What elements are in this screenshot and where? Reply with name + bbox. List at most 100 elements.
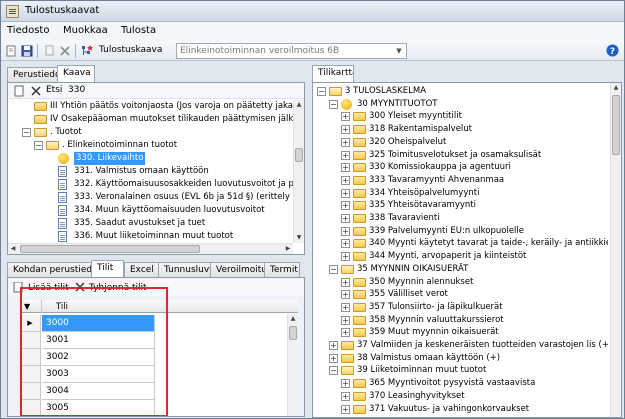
expand-icon[interactable]: + <box>341 175 350 185</box>
tree-vertical-scrollbar[interactable]: ▲ ▼ <box>293 100 304 243</box>
expand-icon[interactable]: + <box>341 150 350 160</box>
tree-node[interactable]: +355 Välilliset verot <box>313 288 608 301</box>
tree-node[interactable]: 336. Muut liiketoiminnan muut tuotot <box>8 230 293 242</box>
delete-node-icon[interactable] <box>30 85 42 97</box>
tab-tilikartta[interactable]: Tilikartta <box>312 65 354 82</box>
collapse-icon[interactable]: − <box>329 264 338 274</box>
tree-node[interactable]: +300 Yleiset myyntitilit <box>313 110 608 123</box>
tree-node[interactable]: − 30 MYYNTITUOTOT <box>313 98 608 111</box>
expand-icon[interactable]: + <box>341 137 350 147</box>
expand-icon[interactable]: + <box>341 188 350 198</box>
expand-icon[interactable]: + <box>329 341 338 350</box>
delete-icon[interactable] <box>59 45 71 57</box>
expand-icon[interactable]: + <box>341 226 350 236</box>
print-template-select[interactable]: Elinkeinotoiminnan veroilmoitus 6B ▼ <box>176 43 407 59</box>
expand-icon[interactable]: + <box>341 125 350 135</box>
expand-icon[interactable]: + <box>341 252 350 262</box>
tab-kohdan-perustiedot[interactable]: Kohdan perustiedot <box>7 262 92 277</box>
expand-icon[interactable]: + <box>341 163 350 173</box>
accounts-tree-scrollbar[interactable]: ▲ <box>610 83 621 417</box>
expand-icon[interactable]: + <box>341 328 350 338</box>
tree-node[interactable]: − 3 TULOSLASKELMA <box>313 85 608 98</box>
tree-node[interactable]: IV Osakepääoman muutokset tilikauden pää… <box>8 113 293 126</box>
tab-tilit[interactable]: Tilit <box>91 260 124 277</box>
tree-node[interactable]: +38 Valmistus omaan käyttöön (+) <box>313 352 608 365</box>
expand-icon[interactable]: + <box>341 379 350 389</box>
tree-node[interactable]: +338 Tavaravienti <box>313 212 608 225</box>
scroll-left-icon[interactable]: ◀ <box>8 244 18 254</box>
tab-termit[interactable]: Termit <box>264 262 300 277</box>
expand-icon[interactable]: + <box>341 404 350 414</box>
expand-icon[interactable]: + <box>341 391 350 401</box>
copy-icon[interactable] <box>43 45 55 57</box>
tab-tunnusluvut[interactable]: Tunnusluvut <box>158 262 211 277</box>
scroll-right-icon[interactable]: ▶ <box>283 244 293 254</box>
scroll-thumb[interactable] <box>295 148 303 162</box>
scroll-thumb[interactable] <box>612 95 620 155</box>
save-icon[interactable] <box>21 45 33 57</box>
expand-icon[interactable]: + <box>341 112 350 122</box>
scroll-thumb[interactable] <box>289 326 297 340</box>
expand-icon[interactable]: + <box>341 302 350 312</box>
tree-node[interactable]: +334 Yhteisöpalvelumyynti <box>313 187 608 200</box>
tree-node[interactable]: 335. Saadut avustukset ja tuet <box>8 217 293 230</box>
expand-icon[interactable]: + <box>341 315 350 325</box>
tree-node[interactable]: +335 Yhteisötavaramyynti <box>313 199 608 212</box>
tree-node[interactable]: +370 Leasinghyvitykset <box>313 390 608 403</box>
tree-node[interactable]: +325 Toimitusvelotukset ja osamaksulisät <box>313 149 608 162</box>
tree-new-icon[interactable] <box>81 45 93 57</box>
tree-node[interactable]: +330 Komissiokauppa ja agentuuri <box>313 161 608 174</box>
collapse-icon[interactable]: − <box>329 366 338 376</box>
new-document-icon[interactable] <box>5 45 17 57</box>
tree-node[interactable]: +359 Muut myynnin oikaisuerät <box>313 326 608 339</box>
tree-node[interactable]: III Yhtiön päätös voitonjaosta (Jos varo… <box>8 100 293 113</box>
tree-node[interactable]: +350 Myynnin alennukset <box>313 276 608 289</box>
tree-node[interactable]: − . Elinkeinotoiminnan tuotot <box>8 139 293 152</box>
tree-node[interactable]: 332. Käyttöomaisuusosakkeiden luovutusvo… <box>8 178 293 191</box>
tree-node[interactable]: 334. Muun käyttöomaisuuden luovutusvoito… <box>8 204 293 217</box>
tree-node[interactable]: +344 Myynti, arvopaperit ja kiinteistöt <box>313 250 608 263</box>
scroll-thumb[interactable] <box>20 245 200 253</box>
collapse-icon[interactable]: − <box>329 99 338 109</box>
expand-icon[interactable]: + <box>341 201 350 211</box>
tree-node[interactable]: +333 Tavaramyynti Ahvenanmaa <box>313 174 608 187</box>
collapse-icon[interactable]: − <box>34 141 43 150</box>
tree-node[interactable]: +371 Vakuutus- ja vahingonkorvaukset <box>313 403 608 416</box>
tab-excel[interactable]: Excel <box>124 262 159 277</box>
search-input[interactable]: 330 <box>66 84 126 97</box>
tree-node[interactable]: − 35 MYYNNIN OIKAISUERÄT <box>313 263 608 276</box>
new-node-icon[interactable] <box>13 85 25 97</box>
grid-vertical-scrollbar[interactable]: ▲ <box>287 314 298 416</box>
scroll-up-icon[interactable]: ▲ <box>288 314 298 324</box>
menu-tiedosto[interactable]: Tiedosto <box>7 25 49 36</box>
menu-tulosta[interactable]: Tulosta <box>121 25 156 36</box>
tree-node[interactable]: 330. Liikevaihto <box>8 152 293 165</box>
collapse-icon[interactable]: − <box>22 128 31 137</box>
expand-icon[interactable]: + <box>341 214 350 223</box>
expand-icon[interactable]: + <box>341 277 350 287</box>
tree-node[interactable]: − . Tuotot <box>8 126 293 139</box>
menu-muokkaa[interactable]: Muokkaa <box>63 25 108 36</box>
tree-node[interactable]: − 39 Liiketoiminnan muut tuotot <box>313 364 608 377</box>
expand-icon[interactable]: + <box>341 239 350 249</box>
expand-icon[interactable]: + <box>329 353 338 363</box>
tree-node[interactable]: +320 Oheispalvelut <box>313 136 608 149</box>
tab-kaava[interactable]: Kaava <box>57 65 95 82</box>
help-icon[interactable]: ? <box>606 44 619 57</box>
tree-node[interactable]: +37 Valmiiden ja keskeneräisten tuotteid… <box>313 339 608 352</box>
tree-horizontal-scrollbar[interactable]: ◀ ▶ <box>8 243 293 254</box>
scroll-up-icon[interactable]: ▲ <box>611 83 621 93</box>
collapse-icon[interactable]: − <box>317 87 326 96</box>
tree-node[interactable]: +358 Myynnin valuuttakurssierot <box>313 314 608 327</box>
tree-node[interactable]: 331. Valmistus omaan käyttöön <box>8 165 293 178</box>
tree-node[interactable]: +357 Tulonsiirto- ja läpikulkuerät <box>313 301 608 314</box>
scroll-down-icon[interactable]: ▼ <box>294 233 304 243</box>
tab-veroilmoitus[interactable]: Veroilmoitus <box>210 262 265 277</box>
tree-node[interactable]: 333. Veronalainen osuus (EVL 6b ja 51d §… <box>8 191 293 204</box>
tree-node[interactable]: +318 Rakentamispalvelut <box>313 123 608 136</box>
tree-node[interactable]: +365 Myyntivoitot pysyvistä vastaavista <box>313 377 608 390</box>
expand-icon[interactable]: + <box>341 290 350 300</box>
tree-node[interactable]: +339 Palvelumyynti EU:n ulkopuolelle <box>313 225 608 238</box>
tree-node[interactable]: +340 Myynti käytetyt tavarat ja taide-, … <box>313 237 608 250</box>
tab-perustiedot[interactable]: Perustiedot <box>7 67 58 82</box>
